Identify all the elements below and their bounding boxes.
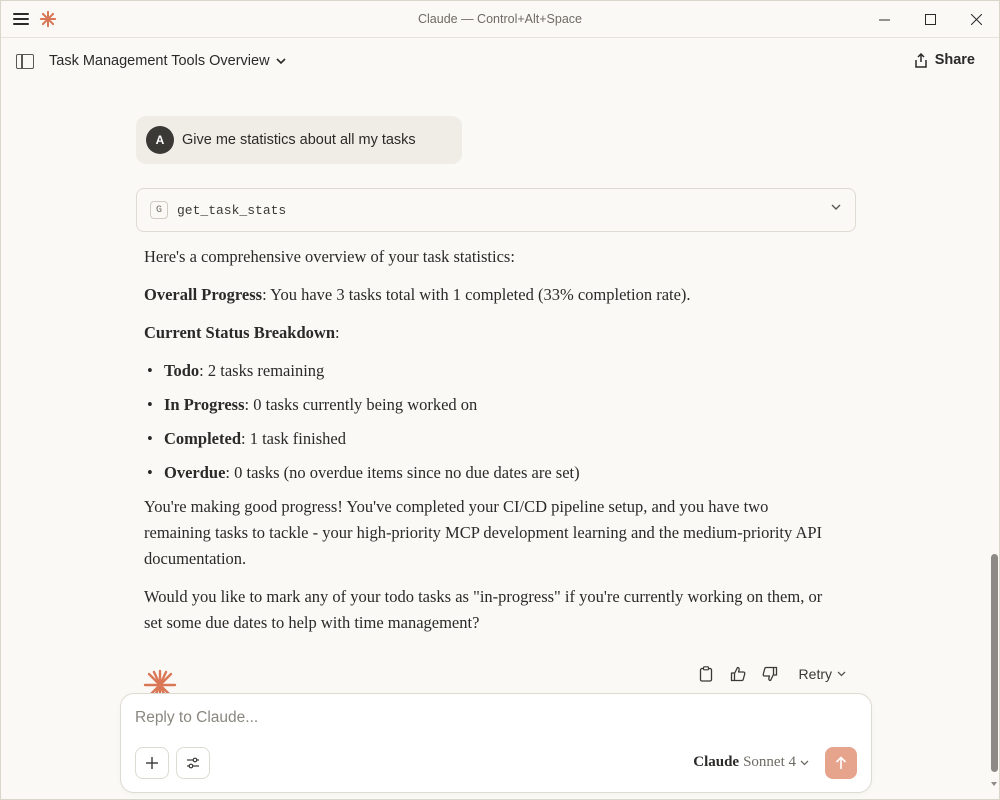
user-message-text: Give me statistics about all my tasks xyxy=(182,132,416,148)
scrollbar-thumb[interactable] xyxy=(991,554,998,772)
window-title: Claude — Control+Alt+Space xyxy=(418,12,582,26)
minimize-icon xyxy=(878,19,890,20)
arrow-up-icon xyxy=(835,756,847,769)
response-paragraph: You're making good progress! You've comp… xyxy=(144,497,823,568)
sliders-icon xyxy=(187,757,199,769)
model-brand: Claude xyxy=(693,754,740,770)
overall-progress-text: : You have 3 tasks total with 1 complete… xyxy=(262,285,691,304)
response-paragraph: Would you like to mark any of your todo … xyxy=(144,587,823,632)
status-label: Overdue xyxy=(164,463,226,482)
tool-call-collapsible[interactable]: G get_task_stats xyxy=(136,188,856,232)
message-composer: Claude Sonnet 4 xyxy=(120,693,872,793)
status-label: In Progress xyxy=(164,395,245,414)
thumbs-down-icon[interactable] xyxy=(761,665,779,683)
thumbs-up-icon[interactable] xyxy=(729,665,747,683)
share-icon xyxy=(914,52,927,68)
plus-icon xyxy=(146,757,158,769)
share-button[interactable]: Share xyxy=(914,52,975,68)
list-item: Completed: 1 task finished xyxy=(144,426,834,452)
status-label: Todo xyxy=(164,361,200,380)
status-text: : 2 tasks remaining xyxy=(199,361,325,380)
assistant-response: Here's a comprehensive overview of your … xyxy=(144,244,834,648)
reply-input[interactable] xyxy=(135,709,835,727)
chevron-down-icon xyxy=(275,57,286,64)
title-bar: Claude — Control+Alt+Space xyxy=(1,1,999,38)
send-button[interactable] xyxy=(825,747,857,779)
tool-badge-icon: G xyxy=(150,201,168,219)
overall-progress-label: Overall Progress xyxy=(144,285,263,304)
maximize-icon xyxy=(924,13,936,25)
list-item: In Progress: 0 tasks currently being wor… xyxy=(144,392,834,418)
breakdown-colon: : xyxy=(335,323,340,342)
retry-label: Retry xyxy=(798,666,832,682)
close-icon xyxy=(970,13,982,25)
avatar: A xyxy=(146,126,174,154)
list-item: Overdue: 0 tasks (no overdue items since… xyxy=(144,460,834,486)
sidebar-toggle-icon[interactable] xyxy=(16,54,34,69)
copy-icon[interactable] xyxy=(697,665,715,683)
chevron-down-icon xyxy=(831,204,841,210)
status-label: Completed xyxy=(164,429,241,448)
conversation-title: Task Management Tools Overview xyxy=(49,53,270,69)
app-window: Claude — Control+Alt+Space Task Manageme… xyxy=(0,0,1000,800)
overall-progress: Overall Progress: You have 3 tasks total… xyxy=(144,282,834,308)
retry-button[interactable]: Retry xyxy=(799,666,846,682)
status-text: : 1 task finished xyxy=(241,429,346,448)
chevron-down-icon xyxy=(837,671,846,677)
share-label: Share xyxy=(934,52,975,68)
breakdown-heading: Current Status Breakdown: xyxy=(144,320,834,346)
model-version: Sonnet 4 xyxy=(743,754,796,770)
minimize-button[interactable] xyxy=(861,1,907,37)
conversation-title-dropdown[interactable]: Task Management Tools Overview xyxy=(49,53,286,69)
tools-settings-button[interactable] xyxy=(176,747,210,779)
close-button[interactable] xyxy=(953,1,999,37)
status-list: Todo: 2 tasks remaining In Progress: 0 t… xyxy=(144,358,834,486)
tool-name: get_task_stats xyxy=(177,202,287,218)
status-text: : 0 tasks currently being worked on xyxy=(244,395,478,414)
breakdown-heading-text: Current Status Breakdown xyxy=(144,323,335,342)
add-attachment-button[interactable] xyxy=(135,747,169,779)
list-item: Todo: 2 tasks remaining xyxy=(144,358,834,384)
message-actions: Retry xyxy=(697,665,846,683)
maximize-button[interactable] xyxy=(907,1,953,37)
chevron-down-icon xyxy=(800,760,809,765)
response-intro: Here's a comprehensive overview of your … xyxy=(144,247,515,266)
conversation-header: Task Management Tools Overview Share xyxy=(1,38,999,86)
model-selector[interactable]: Claude Sonnet 4 xyxy=(693,754,809,771)
status-text: : 0 tasks (no overdue items since no due… xyxy=(225,463,580,482)
scroll-down-arrow-icon[interactable] xyxy=(991,781,997,787)
user-message: A Give me statistics about all my tasks xyxy=(136,116,462,164)
